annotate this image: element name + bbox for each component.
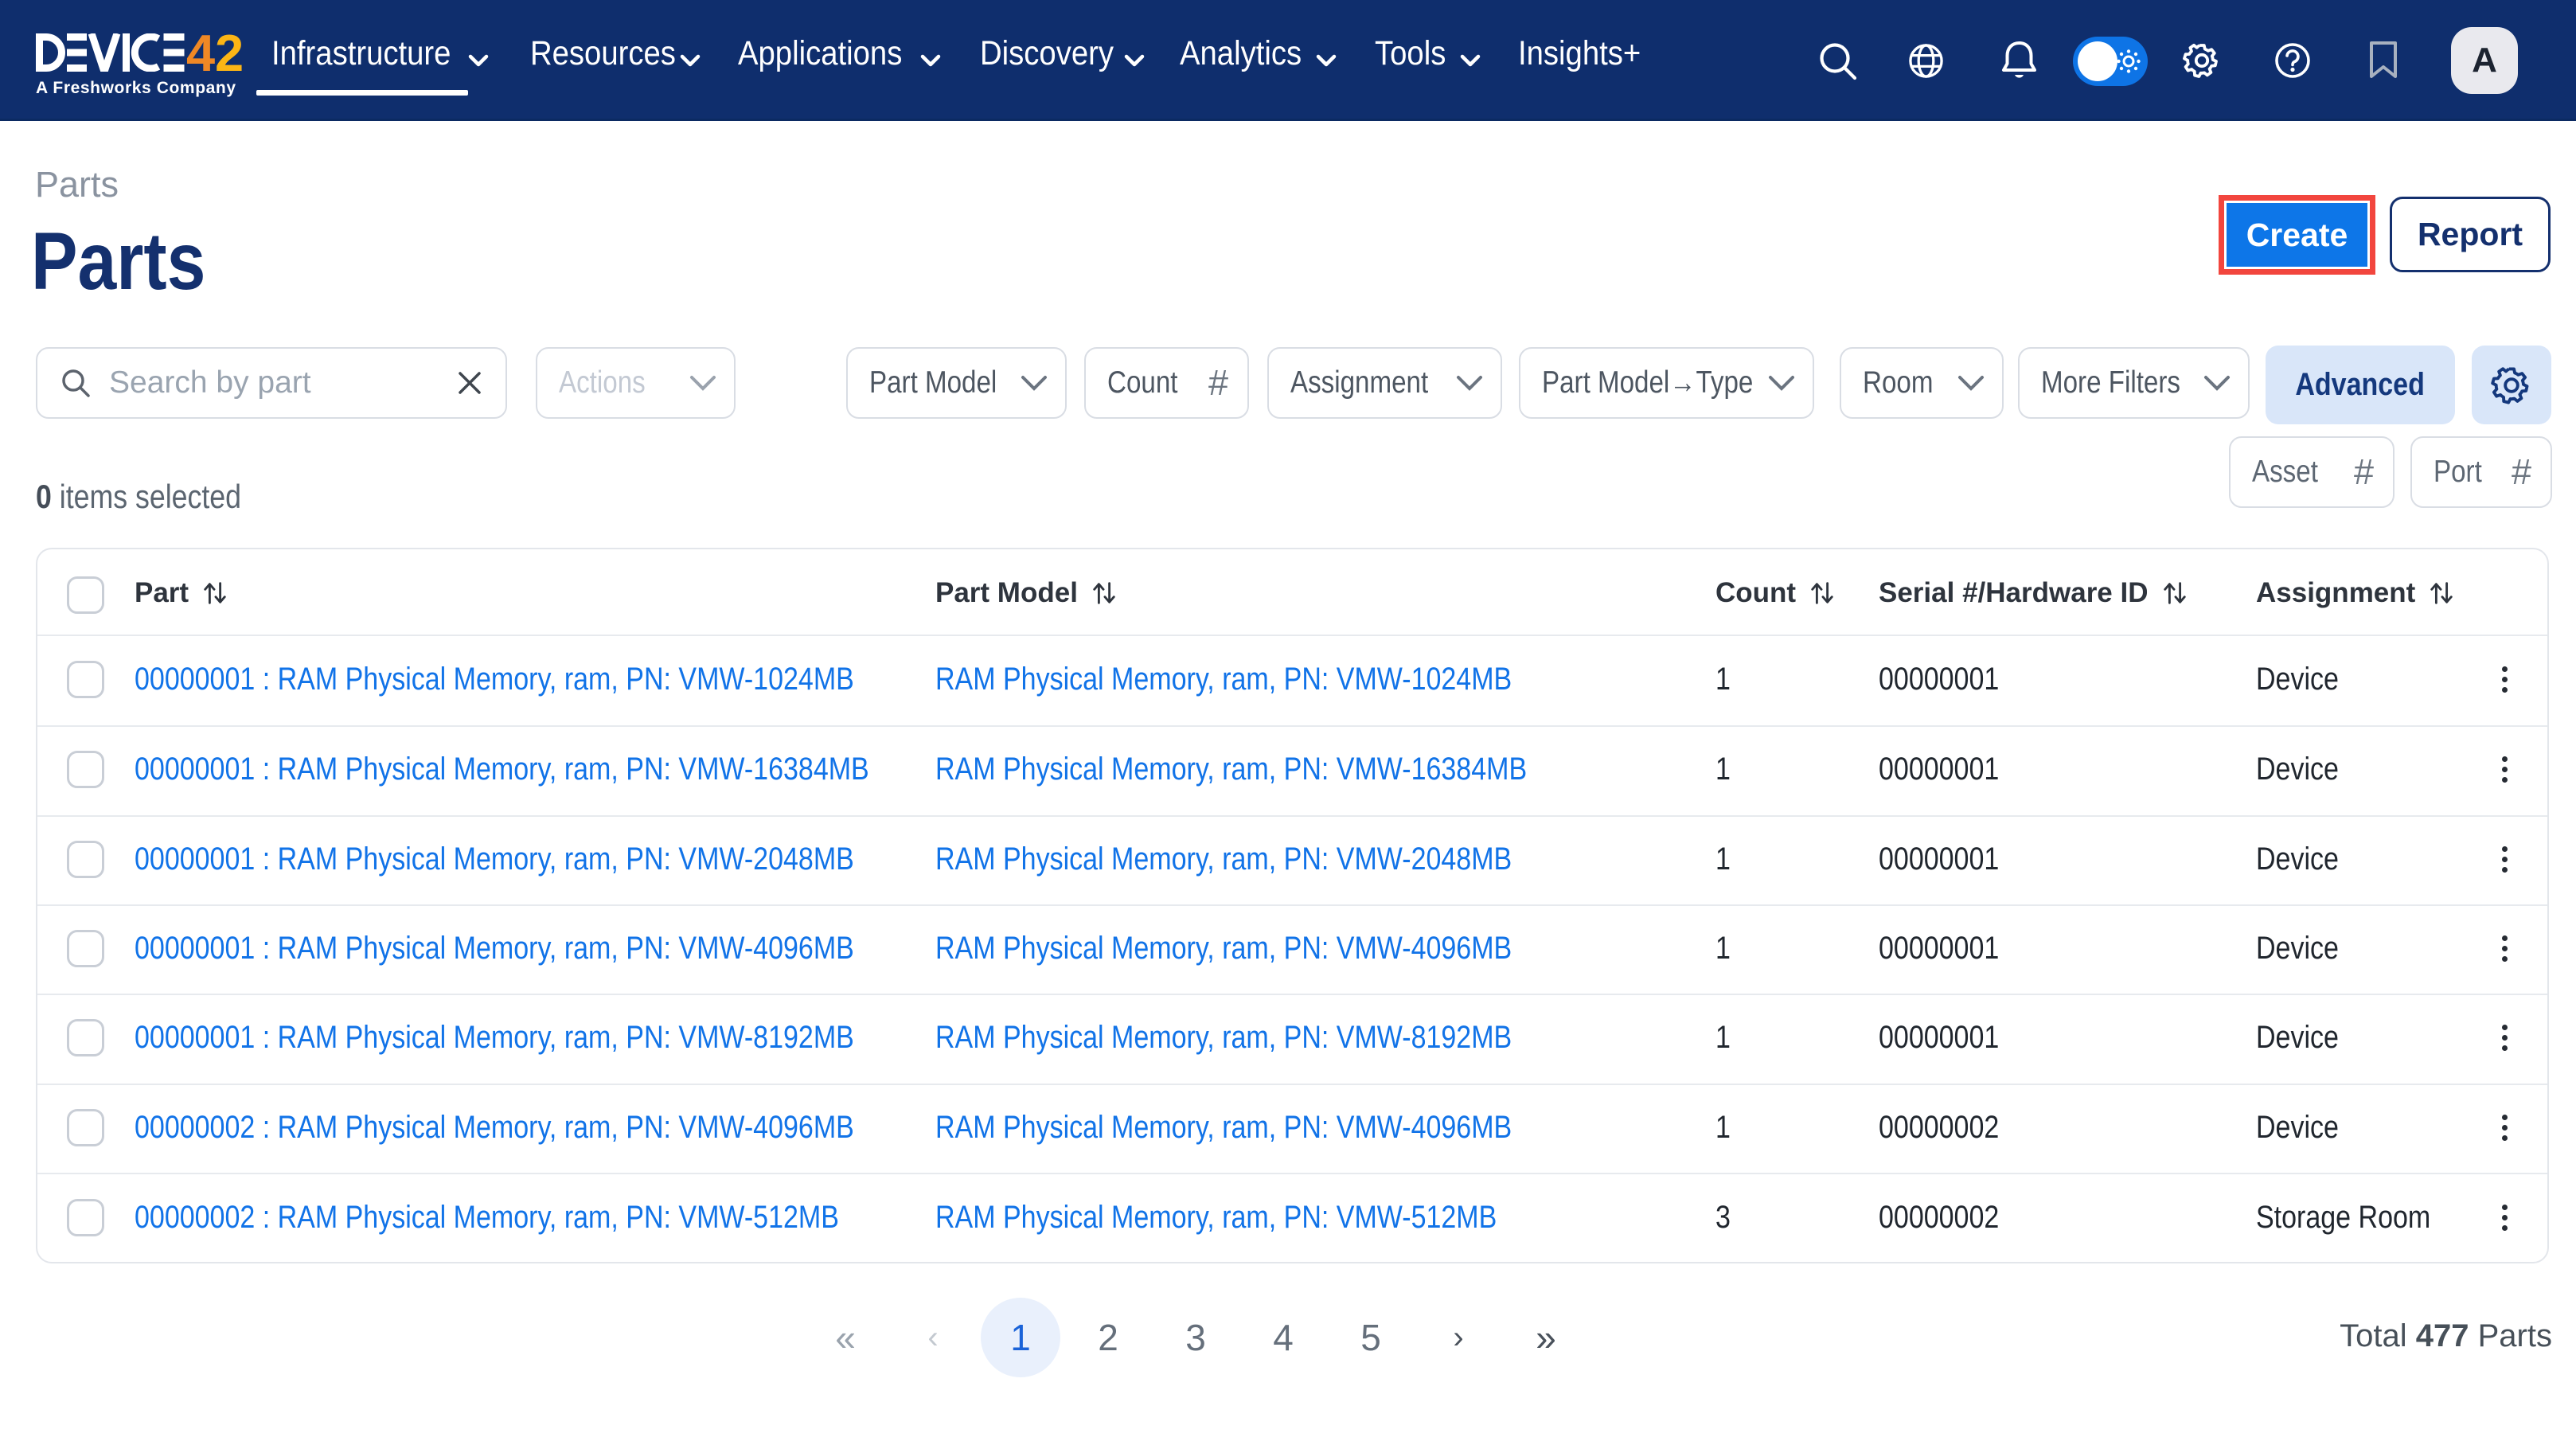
- svg-text:4: 4: [186, 33, 215, 72]
- svg-text:2: 2: [215, 33, 244, 72]
